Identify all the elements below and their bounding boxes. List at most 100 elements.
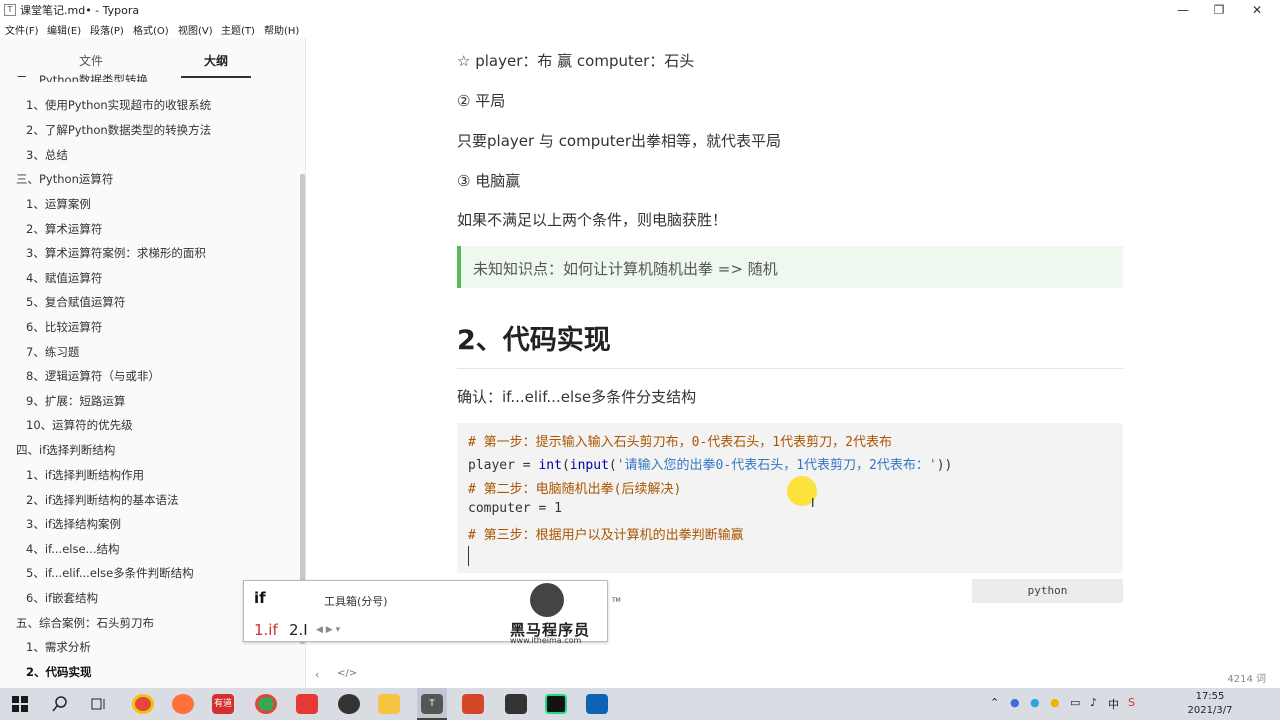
- circle-app-icon[interactable]: [338, 694, 360, 714]
- ime-candidate-1[interactable]: 1.if: [254, 621, 278, 639]
- source-code-mode-icon[interactable]: </>: [337, 668, 357, 679]
- outline-item[interactable]: 1、需求分析: [26, 639, 91, 655]
- tray-chevron-icon[interactable]: ⌃: [990, 696, 999, 709]
- outline-item[interactable]: 6、if嵌套结构: [26, 590, 98, 606]
- toggle-sidebar-icon[interactable]: ‹: [315, 668, 319, 681]
- outline-item[interactable]: 2、if选择判断结构的基本语法: [26, 492, 179, 508]
- watermark-url: www.itheima.com: [510, 636, 582, 645]
- maximize-button[interactable]: ❐: [1200, 0, 1238, 20]
- menu-paragraph[interactable]: 段落(P): [90, 22, 124, 37]
- code-block[interactable]: # 第一步：提示输入输入石头剪刀布，0-代表石头，1代表剪刀，2代表布 play…: [457, 423, 1123, 573]
- outline-item[interactable]: 3、if选择结构案例: [26, 516, 121, 532]
- outline-item[interactable]: 1、使用Python实现超市的收银系统: [26, 97, 211, 113]
- heading-divider: [457, 368, 1123, 369]
- outline-item[interactable]: 4、if...else...结构: [26, 541, 120, 557]
- outline-item[interactable]: 8、逻辑运算符（与或非）: [26, 368, 160, 384]
- outline-item[interactable]: 6、比较运算符: [26, 319, 102, 335]
- code-line-comment-2: # 第二步：电脑随机出拳(后续解决): [468, 482, 682, 497]
- ime-toolbox[interactable]: 工具箱(分号): [324, 593, 388, 609]
- chrome-alt-icon[interactable]: [255, 694, 277, 714]
- word-count[interactable]: 4214 词: [1227, 670, 1266, 685]
- title-bar: T 课堂笔记.md• - Typora — ❐ ✕: [0, 0, 1280, 20]
- sidebar-scrollbar[interactable]: [300, 174, 305, 644]
- outline-item[interactable]: 五、综合案例：石头剪刀布: [16, 615, 154, 631]
- text-cursor: [468, 546, 469, 566]
- youdao-icon[interactable]: 有道: [212, 694, 234, 714]
- ime-candidate-window: if 工具箱(分号) 1.if 2.I ◀ ▶ ▾ TM 黑马程序员 www.i…: [243, 580, 621, 645]
- vscode-icon[interactable]: [586, 694, 608, 714]
- outline-item[interactable]: 2、了解Python数据类型的转换方法: [26, 122, 211, 138]
- tray-app-icon[interactable]: ●: [1010, 696, 1020, 709]
- outline-item[interactable]: 2、算术运算符: [26, 221, 102, 237]
- paragraph-confirm: 确认：if...elif...else多条件分支结构: [457, 388, 697, 406]
- powerpoint-icon[interactable]: [462, 694, 484, 714]
- paragraph-computer-wins: ③ 电脑赢: [457, 172, 521, 190]
- paragraph-player-wins: ☆ player：布 赢 computer：石头: [457, 52, 695, 70]
- outline-item[interactable]: 3、算术运算符案例：求梯形的面积: [26, 245, 206, 261]
- firefox-icon[interactable]: [172, 694, 194, 714]
- task-view-icon[interactable]: [91, 696, 107, 712]
- outline-item[interactable]: 10、运算符的优先级: [26, 417, 133, 433]
- tab-files[interactable]: 文件: [79, 52, 103, 69]
- outline-item-active[interactable]: 2、代码实现: [26, 664, 92, 680]
- code-line-computer: computer = 1: [468, 501, 562, 516]
- section-heading: 2、代码实现: [457, 325, 611, 356]
- outline-item[interactable]: 9、扩展：短路运算: [26, 393, 125, 409]
- menu-file[interactable]: 文件(F): [5, 22, 39, 37]
- outline-item[interactable]: 4、赋值运算符: [26, 270, 102, 286]
- paragraph-draw-title: ② 平局: [457, 92, 506, 110]
- tab-outline[interactable]: 大纲: [204, 52, 228, 69]
- outline-item[interactable]: 1、运算案例: [26, 196, 91, 212]
- ime-candidate-2[interactable]: 2.I: [289, 621, 308, 639]
- code-paren-close: )): [936, 458, 953, 473]
- code-builtin-int: int: [538, 458, 562, 473]
- trademark-mark: TM: [612, 597, 621, 604]
- volume-icon[interactable]: ♪: [1090, 696, 1097, 709]
- tray-app-icon[interactable]: ●: [1030, 696, 1040, 709]
- chrome-icon[interactable]: [132, 694, 154, 714]
- pycharm-icon[interactable]: [545, 694, 567, 714]
- ime-page-arrows-icon[interactable]: ◀ ▶ ▾: [316, 625, 340, 635]
- clock-date: 2021/3/7: [1187, 705, 1233, 716]
- watermark-logo: TM 黑马程序员 www.itheima.com: [510, 583, 621, 645]
- status-bar: ‹ </> 4214 词: [307, 664, 1280, 688]
- typora-taskbar-icon[interactable]: T: [421, 694, 443, 714]
- menu-view[interactable]: 视图(V): [178, 22, 213, 37]
- menu-format[interactable]: 格式(O): [133, 22, 169, 37]
- blockquote-text: 未知知识点：如何让计算机随机出拳 => 随机: [473, 260, 778, 278]
- code-line-comment-1: # 第一步：提示输入输入石头剪刀布，0-代表石头，1代表剪刀，2代表布: [468, 435, 892, 450]
- ime-mode-indicator[interactable]: 中: [1108, 696, 1119, 712]
- code-language-input[interactable]: python: [972, 579, 1123, 603]
- file-explorer-icon[interactable]: [378, 694, 400, 714]
- menu-help[interactable]: 帮助(H): [264, 22, 299, 37]
- active-tab-underline: [181, 76, 251, 78]
- windows-start-icon[interactable]: [12, 696, 28, 712]
- clock-time: 17:55: [1195, 691, 1225, 702]
- outline-item[interactable]: 5、复合赋值运算符: [26, 294, 125, 310]
- recorder-icon[interactable]: [505, 694, 527, 714]
- outline-item[interactable]: 1、if选择判断结构作用: [26, 467, 144, 483]
- code-string-prompt: '请输入您的出拳0-代表石头，1代表剪刀，2代表布：': [616, 458, 937, 473]
- ime-composition-text: if: [254, 589, 266, 607]
- paragraph-draw-desc: 只要player 与 computer出拳相等，就代表平局: [457, 132, 782, 150]
- outline-item[interactable]: 3、总结: [26, 147, 68, 163]
- sogou-ime-icon[interactable]: S: [1128, 696, 1135, 709]
- tray-app-icon[interactable]: ●: [1050, 696, 1060, 709]
- close-button[interactable]: ✕: [1238, 0, 1276, 20]
- outline-item[interactable]: 二、Python数据类型转换: [16, 72, 148, 82]
- blockquote: 未知知识点：如何让计算机随机出拳 => 随机: [457, 246, 1123, 288]
- red-app-icon[interactable]: [296, 694, 318, 714]
- outline-item[interactable]: 5、if...elif...else多条件判断结构: [26, 565, 194, 581]
- minimize-button[interactable]: —: [1164, 0, 1202, 20]
- network-icon[interactable]: ▭: [1070, 696, 1080, 709]
- outline-item[interactable]: 7、练习题: [26, 344, 79, 360]
- window-title: 课堂笔记.md• - Typora: [20, 4, 140, 17]
- search-icon[interactable]: [52, 696, 68, 712]
- outline-item[interactable]: 四、if选择判断结构: [16, 442, 115, 458]
- menu-theme[interactable]: 主题(T): [221, 22, 255, 37]
- outline-item[interactable]: 三、Python运算符: [16, 171, 113, 187]
- menu-edit[interactable]: 编辑(E): [47, 22, 81, 37]
- system-clock[interactable]: 17:55 2021/3/7: [1180, 690, 1240, 718]
- horse-logo-icon: [530, 583, 564, 617]
- code-paren: (: [561, 458, 570, 473]
